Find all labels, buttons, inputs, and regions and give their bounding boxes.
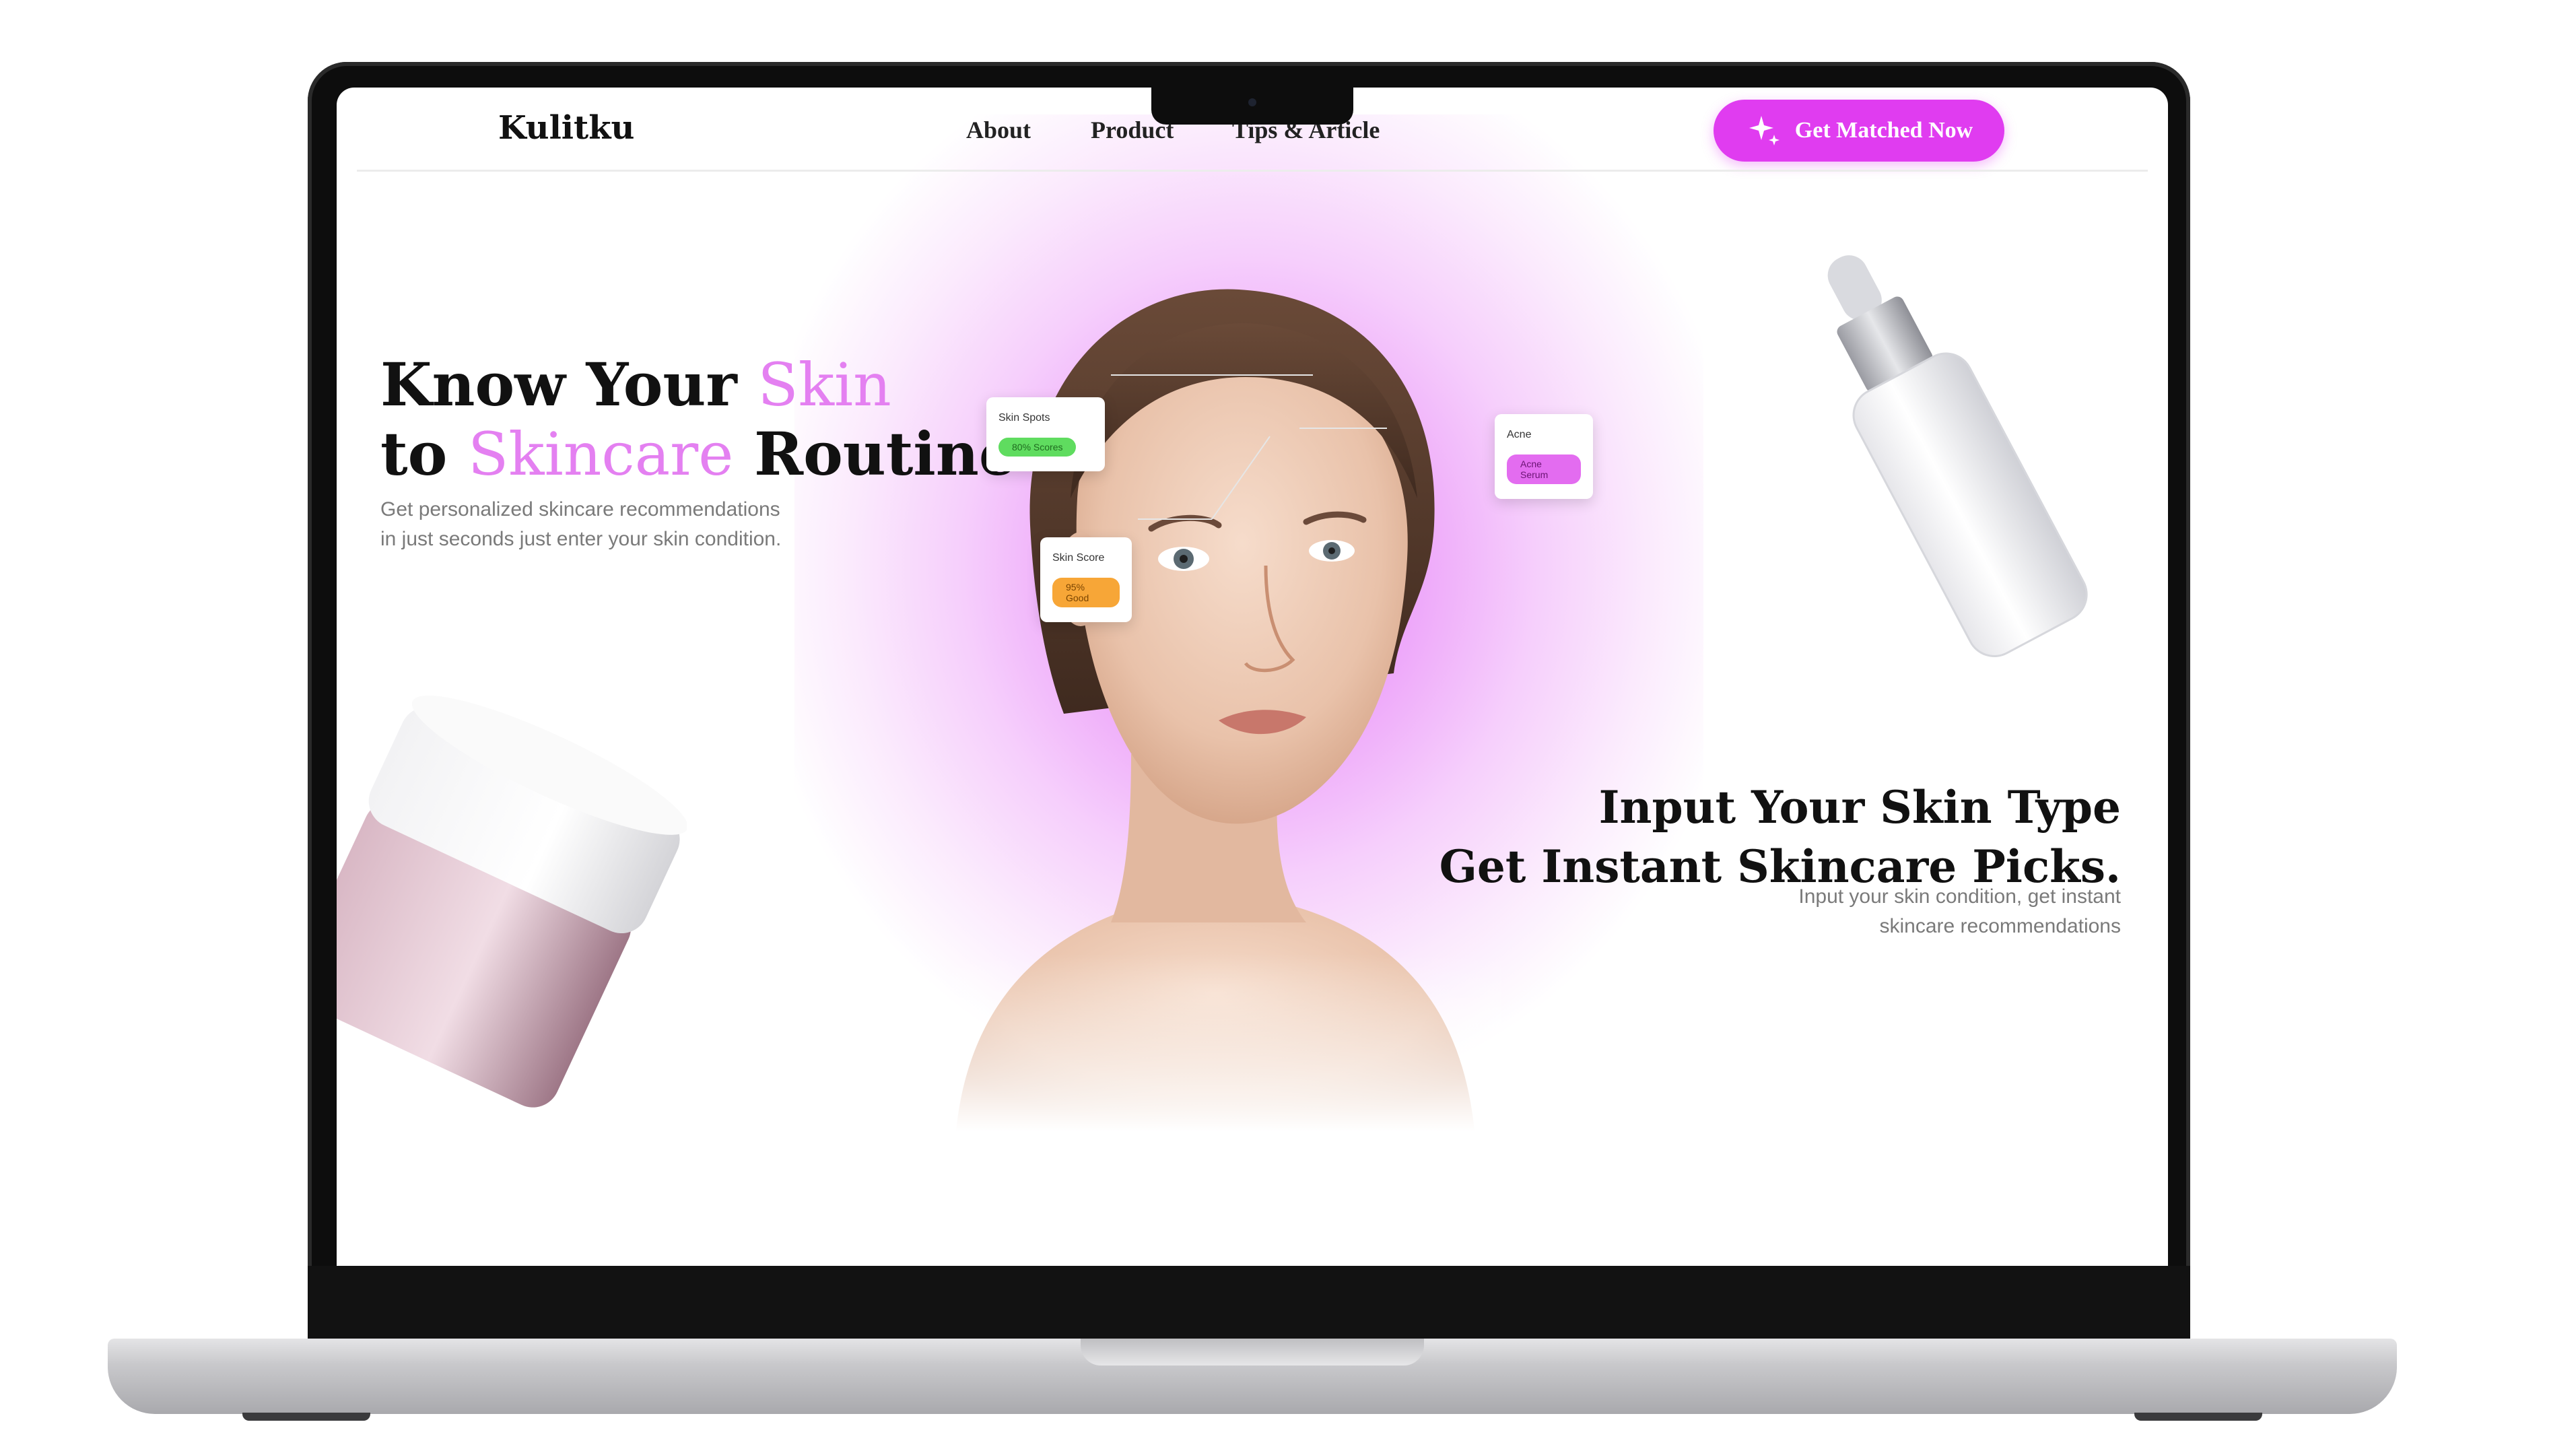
laptop-foot-left [242, 1413, 370, 1421]
sparkle-icon [1749, 116, 1780, 145]
tag-acne: Acne Acne Serum [1495, 414, 1593, 499]
hero-subtitle-line: in just seconds just enter your skin con… [380, 528, 782, 550]
headline-text: to [380, 419, 468, 489]
hero-headline: Know Your Skin to Skincare Routine [380, 350, 1017, 489]
serum-bottle-image [1827, 255, 2088, 657]
tag-value: 95% Good [1052, 578, 1120, 607]
tag-skin-spots: Skin Spots 80% Scores [986, 397, 1105, 471]
secondary-headline-line: Input Your Skin Type [1598, 781, 2121, 834]
secondary-subtitle-line: Input your skin condition, get instant [1798, 885, 2121, 908]
get-matched-button[interactable]: Get Matched Now [1714, 100, 2004, 162]
hero-subtitle: Get personalized skincare recommendation… [380, 495, 865, 554]
headline-text: Know Your [380, 349, 758, 419]
hero-subtitle-line: Get personalized skincare recommendation… [380, 498, 780, 520]
secondary-headline: Input Your Skin Type Get Instant Skincar… [1439, 778, 2121, 896]
headline-accent-skincare: Skincare [467, 419, 734, 489]
laptop-foot-right [2134, 1413, 2262, 1421]
camera-notch [1151, 88, 1353, 125]
secondary-subtitle: Input your skin condition, get instant s… [1703, 882, 2121, 941]
tag-skin-score: Skin Score 95% Good [1040, 537, 1132, 622]
camera-icon [1248, 98, 1256, 106]
cream-jar-image [337, 695, 687, 1108]
nav-divider [357, 170, 2148, 172]
tag-value: Acne Serum [1507, 454, 1581, 484]
connector-line [1138, 518, 1212, 520]
connector-line [1299, 428, 1387, 429]
secondary-subtitle-line: skincare recommendations [1879, 915, 2122, 937]
tag-title: Skin Score [1052, 552, 1105, 564]
tag-title: Skin Spots [998, 412, 1050, 424]
connector-line [1111, 374, 1313, 376]
laptop-bezel [308, 1266, 2190, 1339]
tag-title: Acne [1507, 429, 1532, 440]
headline-accent-skin: Skin [757, 350, 891, 419]
tag-value: 80% Scores [998, 438, 1077, 457]
model-portrait [929, 242, 1501, 1131]
laptop-screen: Kulitku About Product Tips & Article Get… [337, 88, 2168, 1266]
brand-logo[interactable]: Kulitku [498, 109, 634, 147]
laptop-base-notch [1081, 1339, 1424, 1366]
get-matched-label: Get Matched Now [1794, 118, 1973, 143]
nav-link-about[interactable]: About [966, 116, 1031, 144]
